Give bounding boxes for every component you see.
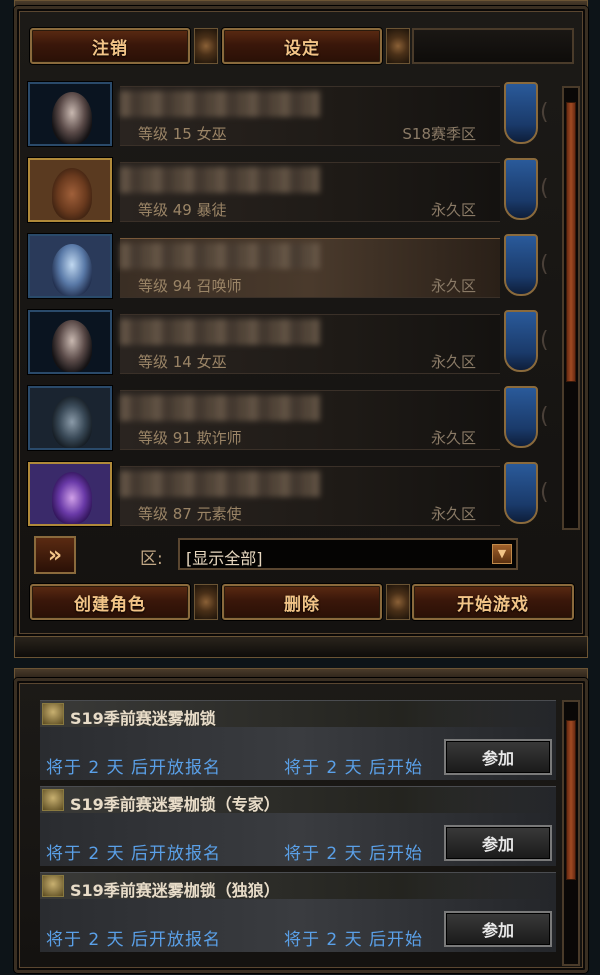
character-row[interactable]: 等级 87 元素使 永久区 ( xyxy=(26,460,556,528)
character-name-redacted xyxy=(120,395,320,421)
character-row[interactable]: 等级 14 女巫 永久区 ( xyxy=(26,308,556,376)
character-name-redacted xyxy=(120,243,320,269)
zone-filter-label: 区: xyxy=(140,549,163,569)
character-list: 等级 15 女巫 S18赛季区 ( 等级 49 暴徒 永久区 ( 等级 94 召… xyxy=(26,80,556,528)
character-name-redacted xyxy=(120,91,320,117)
character-zone: 永久区 xyxy=(430,277,476,295)
character-level-class: 等级 91 欺诈师 xyxy=(138,429,242,447)
delete-button[interactable]: 删除 xyxy=(222,584,382,620)
shield-edge-icon: ( xyxy=(540,480,549,505)
league-shield-icon xyxy=(504,82,538,144)
dropdown-arrow-icon[interactable]: ▼ xyxy=(492,544,512,564)
ornament-icon xyxy=(386,584,410,620)
league-shield-icon xyxy=(504,462,538,524)
character-name-redacted xyxy=(120,319,320,345)
event-start-time: 将于 2 天 后开始 xyxy=(284,758,424,778)
shield-edge-icon: ( xyxy=(540,404,549,429)
expand-icon[interactable]: » xyxy=(34,536,76,574)
league-shield-icon xyxy=(504,310,538,372)
join-button[interactable]: 参加 xyxy=(444,739,552,775)
zone-filter-select[interactable]: [显示全部] ▼ xyxy=(178,538,518,570)
panel-divider xyxy=(14,636,588,658)
shield-edge-icon: ( xyxy=(540,252,549,277)
character-name-redacted xyxy=(120,471,320,497)
character-info-bar: 等级 49 暴徒 永久区 xyxy=(120,162,500,222)
event-entry: S19季前赛迷雾枷锁 将于 2 天 后开放报名 将于 2 天 后开始 参加 xyxy=(40,700,556,780)
event-title: S19季前赛迷雾枷锁 xyxy=(70,709,216,728)
character-level-class: 等级 49 暴徒 xyxy=(138,201,227,219)
character-list-scrollbar[interactable] xyxy=(562,86,580,530)
character-info-bar: 等级 15 女巫 S18赛季区 xyxy=(120,86,500,146)
settings-button[interactable]: 设定 xyxy=(222,28,382,64)
zone-filter-value: [显示全部] xyxy=(186,549,263,568)
shield-edge-icon: ( xyxy=(540,176,549,201)
event-registration: 将于 2 天 后开放报名 xyxy=(46,930,222,950)
event-entry: S19季前赛迷雾枷锁（专家） 将于 2 天 后开放报名 将于 2 天 后开始 参… xyxy=(40,786,556,866)
event-league-icon xyxy=(42,875,64,897)
shield-edge-icon: ( xyxy=(540,328,549,353)
character-row[interactable]: 等级 15 女巫 S18赛季区 ( xyxy=(26,80,556,148)
event-title: S19季前赛迷雾枷锁（专家） xyxy=(70,795,280,814)
character-portrait xyxy=(28,82,112,146)
event-title: S19季前赛迷雾枷锁（独狼） xyxy=(70,881,280,900)
league-shield-icon xyxy=(504,386,538,448)
character-level-class: 等级 87 元素使 xyxy=(138,505,242,523)
event-start-time: 将于 2 天 后开始 xyxy=(284,930,424,950)
start-game-button[interactable]: 开始游戏 xyxy=(412,584,574,620)
character-info-bar: 等级 91 欺诈师 永久区 xyxy=(120,390,500,450)
event-entry: S19季前赛迷雾枷锁（独狼） 将于 2 天 后开放报名 将于 2 天 后开始 参… xyxy=(40,872,556,952)
character-row[interactable]: 等级 49 暴徒 永久区 ( xyxy=(26,156,556,224)
scrollbar-thumb[interactable] xyxy=(566,102,576,382)
character-row[interactable]: 等级 91 欺诈师 永久区 ( xyxy=(26,384,556,452)
event-league-icon xyxy=(42,703,64,725)
empty-button-slot xyxy=(412,28,574,64)
logout-button[interactable]: 注销 xyxy=(30,28,190,64)
event-start-time: 将于 2 天 后开始 xyxy=(284,844,424,864)
event-registration: 将于 2 天 后开放报名 xyxy=(46,758,222,778)
character-zone: S18赛季区 xyxy=(402,125,476,143)
character-level-class: 等级 94 召唤师 xyxy=(138,277,242,295)
character-portrait xyxy=(28,158,112,222)
character-info-bar: 等级 94 召唤师 永久区 xyxy=(120,238,500,298)
league-shield-icon xyxy=(504,158,538,220)
league-shield-icon xyxy=(504,234,538,296)
character-level-class: 等级 15 女巫 xyxy=(138,125,227,143)
character-row[interactable]: 等级 94 召唤师 永久区 ( xyxy=(26,232,556,300)
character-portrait xyxy=(28,234,112,298)
character-info-bar: 等级 14 女巫 永久区 xyxy=(120,314,500,374)
join-button[interactable]: 参加 xyxy=(444,825,552,861)
character-portrait xyxy=(28,462,112,526)
character-portrait xyxy=(28,386,112,450)
ornament-icon xyxy=(386,28,410,64)
character-zone: 永久区 xyxy=(430,353,476,371)
character-zone: 永久区 xyxy=(430,201,476,219)
create-character-button[interactable]: 创建角色 xyxy=(30,584,190,620)
ornament-icon xyxy=(194,28,218,64)
character-portrait xyxy=(28,310,112,374)
event-list-scrollbar[interactable] xyxy=(562,700,580,966)
scrollbar-thumb[interactable] xyxy=(566,720,576,880)
character-info-bar: 等级 87 元素使 永久区 xyxy=(120,466,500,526)
event-registration: 将于 2 天 后开放报名 xyxy=(46,844,222,864)
character-level-class: 等级 14 女巫 xyxy=(138,353,227,371)
event-league-icon xyxy=(42,789,64,811)
join-button[interactable]: 参加 xyxy=(444,911,552,947)
ornament-icon xyxy=(194,584,218,620)
character-zone: 永久区 xyxy=(430,505,476,523)
shield-edge-icon: ( xyxy=(540,100,549,125)
character-name-redacted xyxy=(120,167,320,193)
character-zone: 永久区 xyxy=(430,429,476,447)
